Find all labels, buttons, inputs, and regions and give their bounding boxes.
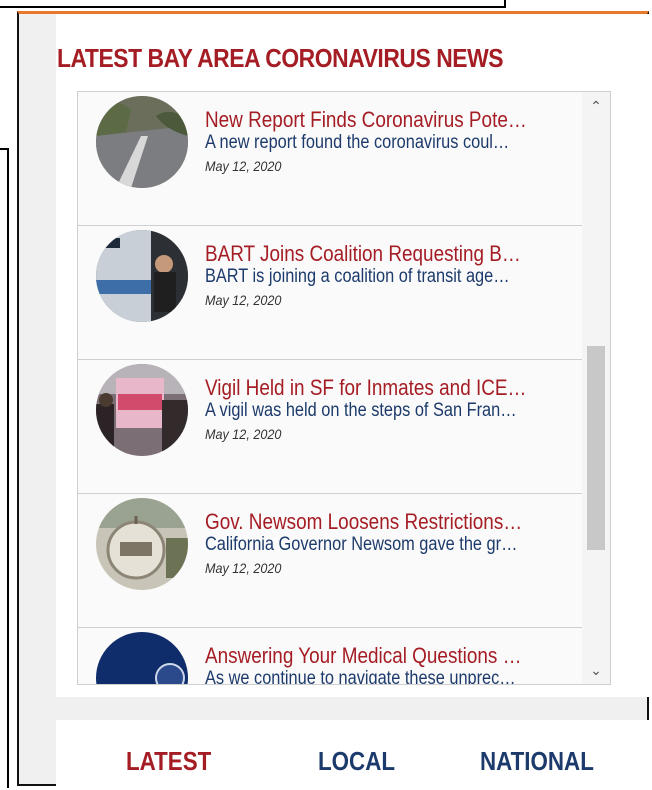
news-date: May 12, 2020 xyxy=(205,426,282,442)
news-summary[interactable]: A new report found the coronavirus coul… xyxy=(205,132,580,154)
scroll-down-icon[interactable]: ⌄ xyxy=(582,658,610,682)
news-widget: LATEST BAY AREA CORONAVIRUS NEWS New Rep… xyxy=(17,11,649,790)
scroll-up-icon[interactable]: ⌃ xyxy=(582,94,610,118)
news-date: May 12, 2020 xyxy=(205,560,282,576)
news-item[interactable]: Answering Your Medical Questions … As we… xyxy=(78,628,606,684)
news-summary[interactable]: BART is joining a coalition of transit a… xyxy=(205,266,580,288)
feed-scrollbar[interactable]: ⌃ ⌄ xyxy=(582,92,610,684)
news-item-text: Answering Your Medical Questions … As we… xyxy=(205,644,580,684)
news-date: May 12, 2020 xyxy=(205,292,282,308)
news-thumbnail[interactable] xyxy=(96,632,188,684)
tab-latest[interactable]: LATEST xyxy=(126,746,211,777)
news-thumbnail[interactable] xyxy=(96,364,188,456)
news-headline[interactable]: BART Joins Coalition Requesting B… xyxy=(205,242,580,266)
news-item-text: Vigil Held in SF for Inmates and ICE… A … xyxy=(205,376,580,442)
news-item[interactable]: BART Joins Coalition Requesting B… BART … xyxy=(78,226,606,360)
news-item[interactable]: New Report Finds Coronavirus Pote… A new… xyxy=(78,92,606,226)
news-item[interactable]: Gov. Newsom Loosens Restrictions… Califo… xyxy=(78,494,606,628)
news-summary[interactable]: As we continue to navigate these unprec… xyxy=(205,668,580,684)
news-tabs: LATEST LOCAL NATIONAL xyxy=(56,720,649,790)
tab-national[interactable]: NATIONAL xyxy=(480,746,594,777)
news-item-text: New Report Finds Coronavirus Pote… A new… xyxy=(205,108,580,174)
background-window-edge-left xyxy=(0,148,9,788)
news-thumbnail[interactable] xyxy=(96,498,188,590)
scrollbar-thumb[interactable] xyxy=(587,346,605,550)
news-headline[interactable]: Gov. Newsom Loosens Restrictions… xyxy=(205,510,580,534)
news-headline[interactable]: Vigil Held in SF for Inmates and ICE… xyxy=(205,376,580,400)
news-feed[interactable]: New Report Finds Coronavirus Pote… A new… xyxy=(77,91,611,685)
news-item-text: BART Joins Coalition Requesting B… BART … xyxy=(205,242,580,308)
section-title: LATEST BAY AREA CORONAVIRUS NEWS xyxy=(57,43,504,73)
news-summary[interactable]: A vigil was held on the steps of San Fra… xyxy=(205,400,580,422)
news-thumbnail[interactable] xyxy=(96,230,188,322)
news-item-text: Gov. Newsom Loosens Restrictions… Califo… xyxy=(205,510,580,576)
tab-local[interactable]: LOCAL xyxy=(318,746,395,777)
background-window-edge xyxy=(0,0,506,8)
news-headline[interactable]: New Report Finds Coronavirus Pote… xyxy=(205,108,580,132)
news-thumbnail[interactable] xyxy=(96,96,188,188)
news-item[interactable]: Vigil Held in SF for Inmates and ICE… A … xyxy=(78,360,606,494)
news-summary[interactable]: California Governor Newsom gave the gr… xyxy=(205,534,580,556)
news-headline[interactable]: Answering Your Medical Questions … xyxy=(205,644,580,668)
news-date: May 12, 2020 xyxy=(205,158,282,174)
